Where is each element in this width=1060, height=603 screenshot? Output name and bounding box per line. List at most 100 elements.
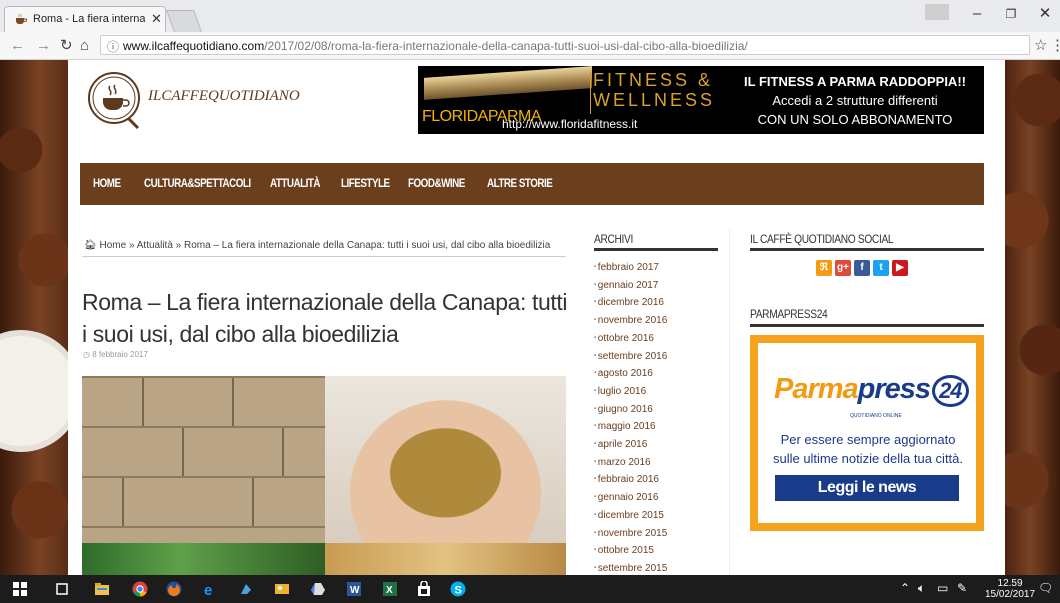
pen-icon[interactable]: ✎ xyxy=(957,581,967,595)
archive-item[interactable]: agosto 2016 xyxy=(594,365,667,383)
show-hidden-icons[interactable]: ⌃ xyxy=(900,581,910,595)
archive-item[interactable]: febbraio 2017 xyxy=(594,259,667,277)
firefox-icon[interactable] xyxy=(166,581,182,597)
site-logo-text[interactable]: ILCAFFEQUOTIDIANO xyxy=(148,88,300,105)
archive-item[interactable]: ottobre 2016 xyxy=(594,330,667,348)
back-icon[interactable]: ← xyxy=(10,36,25,56)
site-logo-icon[interactable] xyxy=(84,68,146,132)
photos-icon[interactable] xyxy=(274,581,290,597)
nav-item-attualita[interactable]: ATTUALITÀ xyxy=(270,176,321,190)
archive-item[interactable]: ottobre 2015 xyxy=(594,542,667,560)
banner-decoration xyxy=(424,66,592,100)
url-text[interactable]: www.ilcaffequotidiano.com/2017/02/08/rom… xyxy=(123,39,748,53)
forward-icon[interactable]: → xyxy=(36,36,51,56)
browser-toolbar: ← → ↻ ⌂ ⓘ www.ilcaffequotidiano.com/2017… xyxy=(0,32,1060,60)
parmapress-ad-inner: Parmapress 24 QUOTIDIANO ONLINE Per esser… xyxy=(758,343,976,523)
archive-item[interactable]: giugno 2016 xyxy=(594,401,667,419)
archive-list: febbraio 2017 gennaio 2017 dicembre 2016… xyxy=(594,259,668,575)
tab-strip: Roma - La fiera internazio ✕ – ❐ ✕ xyxy=(0,0,1060,32)
google-plus-icon[interactable]: g+ xyxy=(835,260,851,276)
breadcrumb: 🏠︎ Home » Attualità » Roma – La fiera in… xyxy=(84,240,550,251)
file-explorer-icon[interactable] xyxy=(94,581,110,597)
drive-icon[interactable] xyxy=(310,581,326,597)
nav-item-food-wine[interactable]: FOOD&WINE xyxy=(408,176,465,190)
archive-item[interactable]: gennaio 2017 xyxy=(594,277,667,295)
archive-item[interactable]: febbraio 2016 xyxy=(594,471,667,489)
close-tab-icon[interactable]: ✕ xyxy=(151,11,162,27)
breadcrumb-home[interactable]: Home xyxy=(99,240,126,251)
store-icon[interactable] xyxy=(416,581,432,597)
restore-icon[interactable]: ❐ xyxy=(996,3,1026,25)
archive-item[interactable]: aprile 2016 xyxy=(594,436,667,454)
address-bar[interactable]: ⓘ www.ilcaffequotidiano.com/2017/02/08/r… xyxy=(100,35,1030,55)
banner-url: http://www.floridafitness.it xyxy=(502,117,638,131)
archive-item[interactable]: dicembre 2016 xyxy=(594,294,667,312)
archive-item[interactable]: dicembre 2015 xyxy=(594,507,667,525)
leggi-le-news-button[interactable]: Leggi le news xyxy=(775,475,959,501)
social-heading: IL CAFFÈ QUOTIDIANO SOCIAL xyxy=(750,232,894,246)
archive-item[interactable]: gennaio 2016 xyxy=(594,489,667,507)
breadcrumb-current: Roma – La fiera internazionale della Can… xyxy=(184,240,551,251)
close-window-icon[interactable]: ✕ xyxy=(1030,3,1060,25)
archive-item[interactable]: novembre 2016 xyxy=(594,312,668,330)
parmapress-heading: PARMAPRESS24 xyxy=(750,307,828,321)
page-viewport: ILCAFFEQUOTIDIANO FLORIDAPARMA FITNESS &… xyxy=(0,60,1060,575)
rss-icon[interactable]: ℜ xyxy=(816,260,832,276)
breadcrumb-separator: » xyxy=(175,240,182,251)
bookmark-star-icon[interactable]: ☆ xyxy=(1034,36,1047,54)
youtube-icon[interactable]: ▶ xyxy=(892,260,908,276)
twitter-icon[interactable]: t xyxy=(873,260,889,276)
nav-item-lifestyle[interactable]: LIFESTYLE xyxy=(341,176,390,190)
nav-item-altre-storie[interactable]: ALTRE STORIE xyxy=(487,176,553,190)
nav-item-home[interactable]: HOME xyxy=(93,176,121,190)
archive-item[interactable]: marzo 2016 xyxy=(594,454,667,472)
coffee-cup-icon xyxy=(16,13,27,24)
parmapress-text: Per essere sempre aggiornato sulle ultim… xyxy=(772,432,964,466)
archive-heading: ARCHIVI xyxy=(594,232,633,246)
menu-icon[interactable]: ⋮ xyxy=(1050,36,1060,54)
volume-icon[interactable]: 🔈︎ xyxy=(918,581,925,596)
home-icon[interactable]: 🏠︎ xyxy=(84,240,97,251)
clock-icon: ◷ xyxy=(83,350,90,359)
chrome-icon[interactable] xyxy=(132,581,148,597)
windows-taskbar: e W X S ⌃ 🔈︎ ▭ ✎ 12.59 15/02/2017 🗨︎ xyxy=(0,575,1060,603)
minimize-icon[interactable]: – xyxy=(962,3,992,25)
windows-start-icon[interactable] xyxy=(12,581,28,597)
task-view-icon[interactable] xyxy=(54,581,70,597)
florida-fitness-banner[interactable]: FLORIDAPARMA FITNESS & WELLNESS http://ww… xyxy=(418,66,984,134)
banner-fitness-wellness: FITNESS & WELLNESS xyxy=(593,70,716,110)
reload-icon[interactable]: ↻ xyxy=(60,36,73,56)
nav-item-cultura-spettacoli[interactable]: CULTURA&SPETTACOLI xyxy=(144,176,251,190)
user-profile-icon[interactable] xyxy=(925,4,949,20)
network-icon[interactable]: ▭ xyxy=(937,581,948,595)
hemp-leaf-image xyxy=(82,543,325,575)
info-icon[interactable]: ⓘ xyxy=(107,38,119,55)
system-clock[interactable]: 12.59 15/02/2017 xyxy=(985,578,1035,600)
word-icon[interactable]: W xyxy=(346,581,362,597)
browser-tab[interactable]: Roma - La fiera internazio ✕ xyxy=(4,6,166,32)
notifications-icon[interactable]: 🗨︎ xyxy=(1038,581,1053,595)
svg-text:S: S xyxy=(455,585,462,597)
parmapress-ad[interactable]: Parmapress 24 QUOTIDIANO ONLINE Per esser… xyxy=(750,335,984,531)
home-icon[interactable]: ⌂ xyxy=(80,36,89,56)
parmapress-logo: Parmapress 24 xyxy=(774,373,969,407)
facebook-icon[interactable]: f xyxy=(854,260,870,276)
svg-text:X: X xyxy=(386,585,393,596)
article-image[interactable] xyxy=(82,376,566,575)
archive-item[interactable]: luglio 2016 xyxy=(594,383,667,401)
archive-item[interactable]: maggio 2016 xyxy=(594,418,667,436)
skype-icon[interactable]: S xyxy=(450,581,466,597)
archive-item[interactable]: settembre 2015 xyxy=(594,560,668,575)
excel-icon[interactable]: X xyxy=(382,581,398,597)
new-tab-button[interactable] xyxy=(165,10,203,32)
app-icon[interactable] xyxy=(238,581,254,597)
hemp-seeds-hands-image xyxy=(325,376,566,543)
archive-item[interactable]: novembre 2015 xyxy=(594,525,668,543)
archive-item[interactable]: settembre 2016 xyxy=(594,348,668,366)
edge-icon[interactable]: e xyxy=(202,581,218,597)
social-heading-bar xyxy=(750,248,984,251)
article-title: Roma – La fiera internazionale della Can… xyxy=(82,289,568,347)
main-navigation: HOME CULTURA&SPETTACOLI ATTUALITÀ LIFEST… xyxy=(80,163,984,205)
hemp-bricks-image xyxy=(82,376,325,543)
breadcrumb-category[interactable]: Attualità xyxy=(137,240,173,251)
